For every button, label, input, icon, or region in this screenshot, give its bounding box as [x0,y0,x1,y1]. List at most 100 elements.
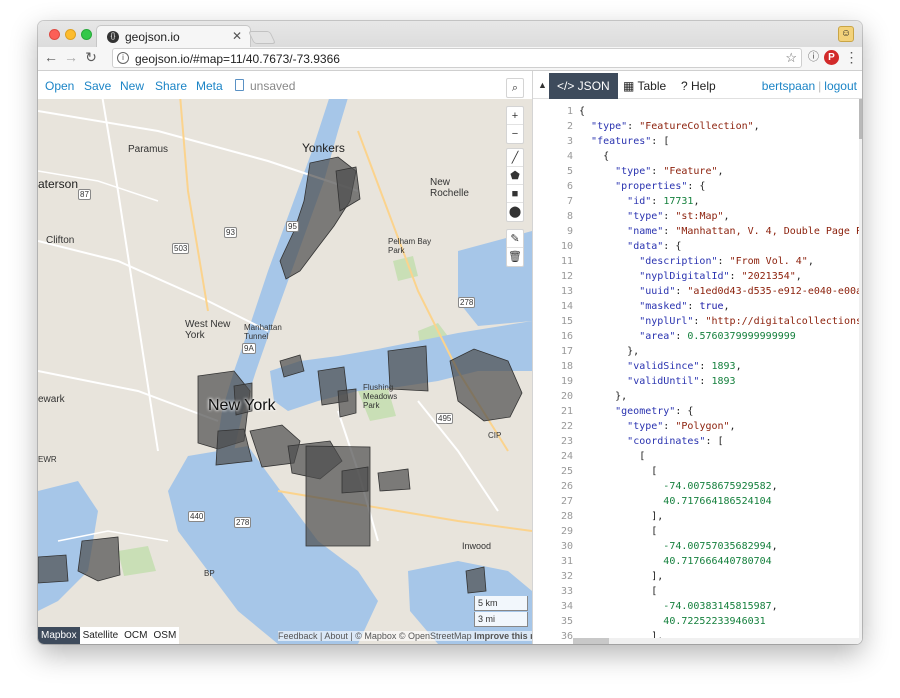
open-button[interactable]: Open [45,79,74,93]
code-line[interactable]: 28 ], [533,509,859,524]
code-line[interactable]: 10 "data": { [533,239,859,254]
line-number: 24 [560,451,573,462]
new-button[interactable]: New [120,79,144,93]
minimize-window-button[interactable] [65,29,76,40]
delete-layers-icon[interactable]: 🗑 [507,248,523,266]
code-line[interactable]: 1{ [533,104,859,119]
code-line[interactable]: 12 "nyplDigitalId": "2021354", [533,269,859,284]
zoom-out-icon[interactable]: − [507,125,523,143]
code-line[interactable]: 20 }, [533,389,859,404]
code-text: { [579,151,610,162]
code-line[interactable]: 2 "type": "FeatureCollection", [533,119,859,134]
collapse-panel-icon[interactable]: ▲ [538,80,547,90]
code-line[interactable]: 6 "properties": { [533,179,859,194]
address-bar[interactable]: i geojson.io/#map=11/40.7673/-73.9366 ☆ [112,48,802,68]
reload-icon[interactable]: ↻ [82,49,100,66]
code-line[interactable]: 32 ], [533,569,859,584]
scale-bar-mi: 3 mi [474,612,528,627]
code-line[interactable]: 3 "features": [ [533,134,859,149]
code-line[interactable]: 25 [ [533,464,859,479]
tab-json[interactable]: </> JSON [549,73,618,99]
layer-osm[interactable]: OSM [151,627,180,644]
draw-line-icon[interactable]: ╱ [507,149,523,167]
logout-link[interactable]: logout [824,79,857,93]
info-icon[interactable]: i [117,52,129,64]
road-shield: 440 [188,511,206,522]
code-line[interactable]: 8 "type": "st:Map", [533,209,859,224]
line-number: 31 [560,556,573,567]
username-link[interactable]: bertspaan [762,79,815,93]
code-line[interactable]: 19 "validUntil": 1893 [533,374,859,389]
scrollbar-thumb[interactable] [573,638,609,644]
code-line[interactable]: 9 "name": "Manhattan, V. 4, Double Page … [533,224,859,239]
code-line[interactable]: 16 "area": 0.5760379999999999 [533,329,859,344]
copyright-text[interactable]: © Mapbox © OpenStreetMap [355,631,471,641]
code-line[interactable]: 24 [ [533,449,859,464]
meta-button[interactable]: Meta [196,79,223,93]
line-number: 36 [560,631,573,642]
maximize-window-button[interactable] [81,29,92,40]
code-line[interactable]: 35 40.72252233946031 [533,614,859,629]
about-link[interactable]: About [324,631,348,641]
bookmark-star-icon[interactable]: ☆ [785,50,797,66]
editor-horizontal-scrollbar[interactable] [573,638,862,644]
improve-map-link[interactable]: Improve this map [474,631,532,641]
map-view[interactable]: Yonkers Paramus aterson New Rochelle Cli… [38,71,532,644]
code-text: "type": "st:Map", [627,211,730,222]
code-text: "nyplUrl": "http://digitalcollections [639,316,859,327]
layer-satellite[interactable]: Satellite [80,627,122,644]
user-links: bertspaan | logout [762,79,857,93]
scrollbar-thumb[interactable] [859,99,862,139]
code-line[interactable]: 5 "type": "Feature", [533,164,859,179]
share-button[interactable]: Share [155,79,187,93]
code-line[interactable]: 23 "coordinates": [ [533,434,859,449]
browser-tab[interactable]: {} geojson.io ✕ [96,25,251,48]
code-line[interactable]: 21 "geometry": { [533,404,859,419]
code-line[interactable]: 7 "id": 17731, [533,194,859,209]
edit-layers-icon[interactable]: ✎ [507,230,523,248]
code-line[interactable]: 14 "masked": true, [533,299,859,314]
code-line[interactable]: 27 40.717664186524104 [533,494,859,509]
code-line[interactable]: 30 -74.00757035682994, [533,539,859,554]
tab-table[interactable]: ▦ Table [615,73,674,99]
draw-polygon-icon[interactable]: ⬟ [507,167,523,185]
code-line[interactable]: 15 "nyplUrl": "http://digitalcollections [533,314,859,329]
back-arrow-icon[interactable]: ← [42,49,60,65]
close-window-button[interactable] [49,29,60,40]
tab-help[interactable]: ? Help [673,73,724,99]
map-label-west-new-york: West New York [185,319,231,341]
code-line[interactable]: 34 -74.00383145815987, [533,599,859,614]
layer-mapbox[interactable]: Mapbox [38,627,80,644]
tab-close-icon[interactable]: ✕ [232,29,242,43]
code-line[interactable]: 18 "validSince": 1893, [533,359,859,374]
forward-arrow-icon[interactable]: → [62,49,80,65]
menu-kebab-icon[interactable]: ⋮ [844,50,859,65]
code-line[interactable]: 33 [ [533,584,859,599]
zoom-control: + − [506,106,524,144]
code-line[interactable]: 29 [ [533,524,859,539]
layer-ocm[interactable]: OCM [121,627,150,644]
search-icon[interactable]: ⌕ [507,79,523,97]
save-button[interactable]: Save [84,79,111,93]
feedback-link[interactable]: Feedback [278,631,318,641]
draw-marker-icon[interactable]: ⬤ [507,203,523,221]
extension-icon[interactable]: ☺ [838,26,854,42]
code-line[interactable]: 4 { [533,149,859,164]
code-line[interactable]: 11 "description": "From Vol. 4", [533,254,859,269]
line-number: 12 [560,271,573,282]
code-line[interactable]: 22 "type": "Polygon", [533,419,859,434]
extension-info-icon[interactable]: ⓘ [806,50,821,65]
line-number: 18 [560,361,573,372]
json-editor[interactable]: 1{2 "type": "FeatureCollection", 3 "featu… [533,99,859,644]
code-line[interactable]: 17 }, [533,344,859,359]
line-number: 34 [560,601,573,612]
code-line[interactable]: 31 40.717666440780704 [533,554,859,569]
line-number: 27 [560,496,573,507]
new-tab-button[interactable] [247,31,277,44]
zoom-in-icon[interactable]: + [507,107,523,125]
code-line[interactable]: 13 "uuid": "a1ed0d43-d535-e912-e040-e00a [533,284,859,299]
editor-vertical-scrollbar[interactable] [859,99,862,644]
code-line[interactable]: 26 -74.00758675929582, [533,479,859,494]
pinterest-icon[interactable]: P [824,50,839,65]
draw-rectangle-icon[interactable]: ■ [507,185,523,203]
